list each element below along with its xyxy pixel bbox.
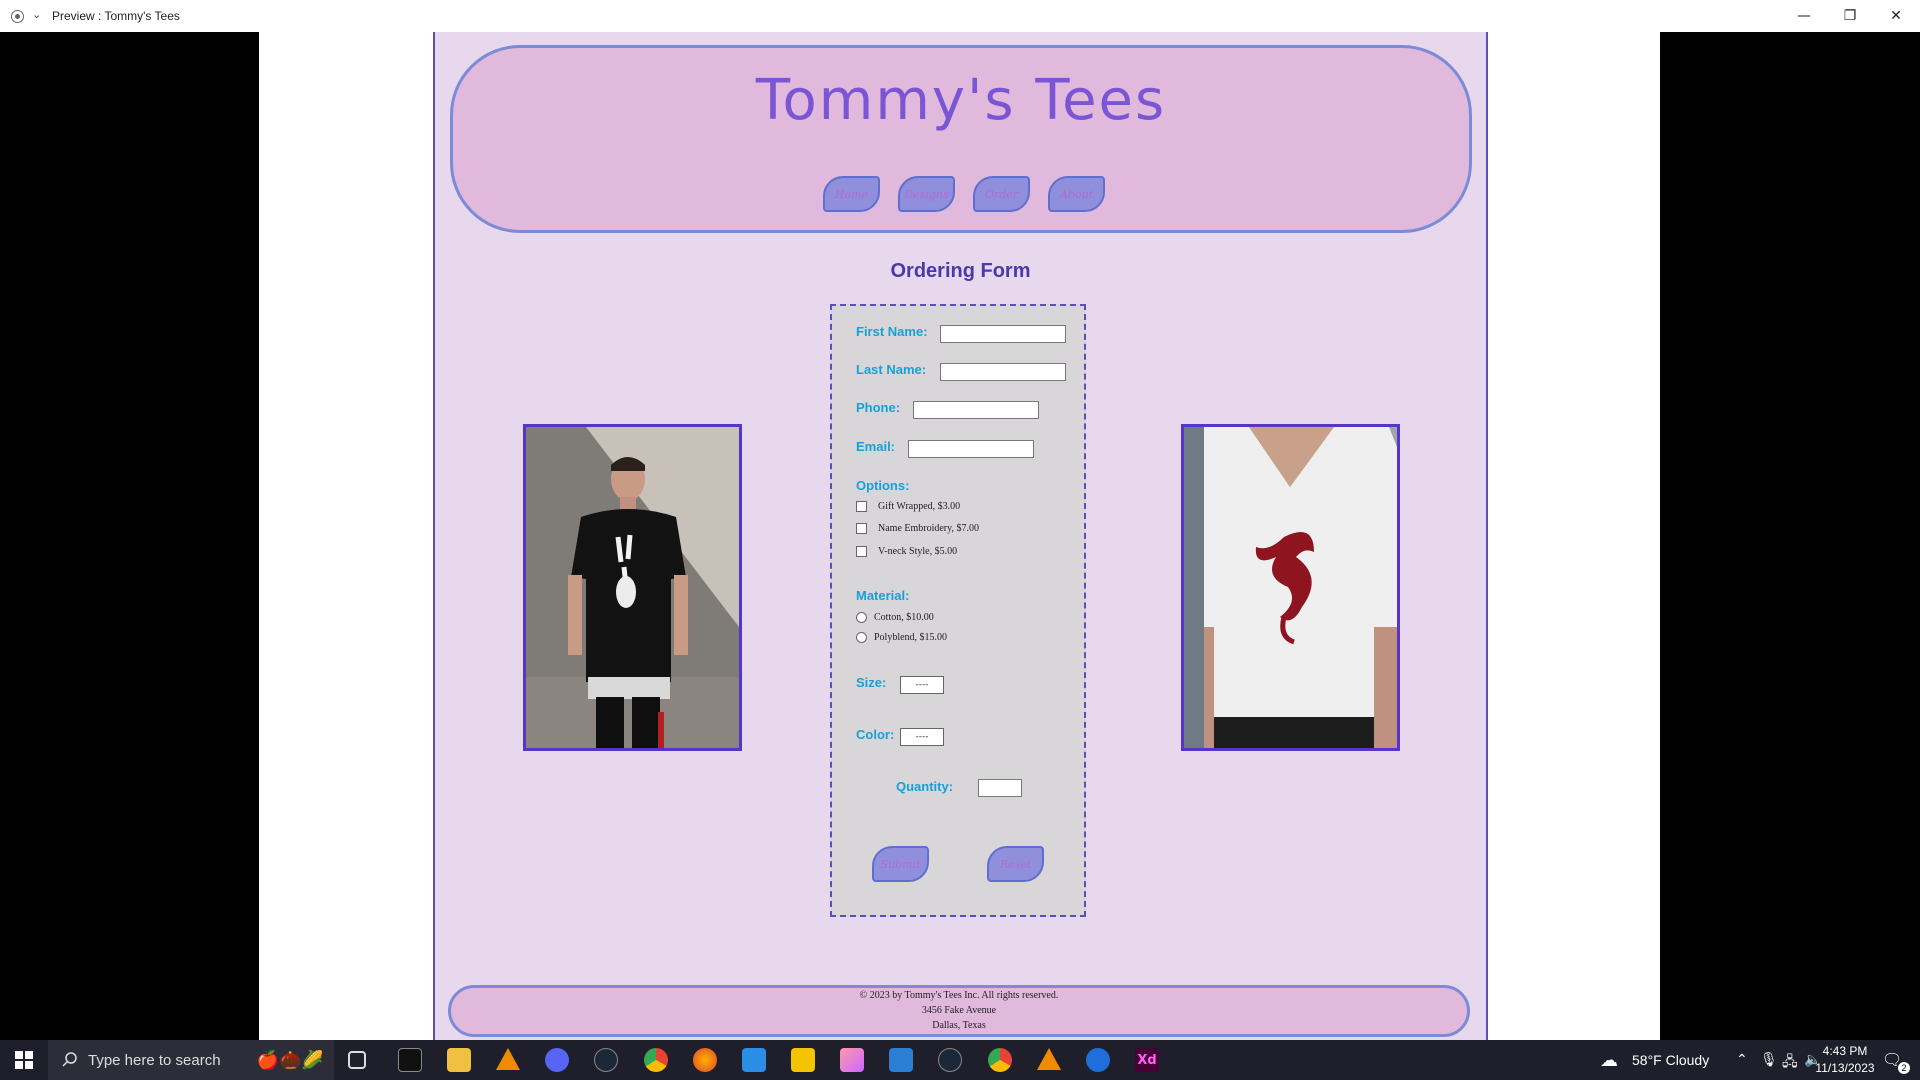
taskbar-search-box[interactable]: Type here to search 🍎🌰🌽 bbox=[48, 1040, 334, 1080]
close-button[interactable]: ✕ bbox=[1873, 0, 1919, 32]
last-name-label: Last Name: bbox=[856, 362, 927, 377]
option-gift-wrapped[interactable]: Gift Wrapped, $3.00 bbox=[856, 501, 960, 512]
submit-button[interactable]: Submit bbox=[872, 846, 929, 882]
notes-icon[interactable] bbox=[791, 1048, 815, 1072]
adobe-xd-icon[interactable]: Xd bbox=[1135, 1048, 1159, 1072]
search-placeholder: Type here to search bbox=[88, 1051, 221, 1069]
restore-button[interactable]: ❐ bbox=[1827, 0, 1873, 32]
vscode-icon[interactable] bbox=[889, 1048, 913, 1072]
minimize-button[interactable]: — bbox=[1781, 0, 1827, 32]
app-blue-icon[interactable] bbox=[742, 1048, 766, 1072]
nav-order-button[interactable]: Order bbox=[973, 176, 1030, 212]
cotton-label: Cotton, $10.00 bbox=[874, 612, 934, 623]
app-icon[interactable] bbox=[11, 10, 24, 23]
chevron-down-icon[interactable]: ⌄ bbox=[32, 8, 41, 21]
model-photo-right bbox=[1181, 424, 1400, 751]
footer-copyright: © 2023 by Tommy's Tees Inc. All rights r… bbox=[859, 990, 1059, 1001]
terminal-icon[interactable] bbox=[398, 1048, 422, 1072]
fruit-decoration-icon: 🍎🌰🌽 bbox=[256, 1049, 324, 1070]
preview-viewport: Tommy's Tees Home Designs Order About Or… bbox=[259, 32, 1660, 1040]
reset-button[interactable]: Reset bbox=[987, 846, 1044, 882]
material-cotton[interactable]: Cotton, $10.00 bbox=[856, 612, 934, 623]
last-name-input[interactable] bbox=[940, 363, 1066, 381]
form-heading: Ordering Form bbox=[890, 260, 1031, 282]
vneck-style-checkbox[interactable] bbox=[856, 546, 867, 557]
phone-input[interactable] bbox=[913, 401, 1039, 419]
steam-icon[interactable] bbox=[594, 1048, 618, 1072]
man-black-tshirt-image bbox=[526, 427, 739, 748]
options-label: Options: bbox=[856, 478, 910, 493]
microphone-icon[interactable]: 🎙 bbox=[1760, 1051, 1778, 1068]
email-input[interactable] bbox=[908, 440, 1034, 458]
steam-icon-2[interactable] bbox=[938, 1048, 962, 1072]
discord-icon[interactable] bbox=[545, 1048, 569, 1072]
footer-address: 3456 Fake Avenue bbox=[921, 1005, 997, 1016]
option-vneck-style[interactable]: V-neck Style, $5.00 bbox=[856, 546, 957, 557]
network-icon[interactable]: 🖧 bbox=[1782, 1051, 1798, 1075]
weather-text[interactable]: 58°F Cloudy bbox=[1632, 1052, 1709, 1068]
vlc-icon[interactable] bbox=[496, 1048, 520, 1070]
material-polyblend[interactable]: Polyblend, $15.00 bbox=[856, 632, 947, 643]
page-container: Tommy's Tees Home Designs Order About Or… bbox=[433, 32, 1488, 1040]
quantity-input[interactable] bbox=[978, 779, 1022, 797]
phone-label: Phone: bbox=[856, 400, 901, 415]
polyblend-radio[interactable] bbox=[856, 632, 867, 643]
window-title: Preview : Tommy's Tees bbox=[52, 9, 180, 23]
first-name-input[interactable] bbox=[940, 325, 1066, 343]
vlc-icon-2[interactable] bbox=[1037, 1048, 1061, 1070]
name-embroidery-checkbox[interactable] bbox=[856, 523, 867, 534]
chrome-profile-icon[interactable] bbox=[988, 1048, 1012, 1072]
photos-icon[interactable] bbox=[840, 1048, 864, 1072]
quantity-label: Quantity: bbox=[896, 779, 954, 794]
notification-badge: 2 bbox=[1898, 1062, 1910, 1074]
footer-city: Dallas, Texas bbox=[932, 1020, 986, 1031]
size-label: Size: bbox=[856, 675, 887, 690]
window-titlebar: ⌄ Preview : Tommy's Tees — ❐ ✕ bbox=[0, 0, 1920, 32]
color-select[interactable]: ---- bbox=[900, 728, 944, 746]
edge-icon[interactable] bbox=[1086, 1048, 1110, 1072]
nav-home-button[interactable]: Home bbox=[823, 176, 880, 212]
windows-logo-icon bbox=[15, 1051, 33, 1069]
model-photo-left bbox=[523, 424, 742, 751]
material-label: Material: bbox=[856, 588, 910, 603]
clock-time[interactable]: 4:43 PM bbox=[1815, 1044, 1875, 1058]
firefox-icon[interactable] bbox=[693, 1048, 717, 1072]
color-label: Color: bbox=[856, 727, 895, 742]
first-name-label: First Name: bbox=[856, 324, 928, 339]
file-explorer-icon[interactable] bbox=[447, 1048, 471, 1072]
cotton-radio[interactable] bbox=[856, 612, 867, 623]
gift-wrapped-label: Gift Wrapped, $3.00 bbox=[878, 501, 961, 512]
nav-designs-button[interactable]: Designs bbox=[898, 176, 955, 212]
site-title: Tommy's Tees bbox=[755, 68, 1167, 133]
vneck-style-label: V-neck Style, $5.00 bbox=[878, 546, 958, 557]
order-form: First Name: Last Name: Phone: Email: Opt… bbox=[830, 304, 1086, 917]
windows-taskbar: Type here to search 🍎🌰🌽 Xd ☁ 58°F Cloudy… bbox=[0, 1040, 1920, 1080]
chrome-icon[interactable] bbox=[644, 1048, 668, 1072]
site-nav: Home Designs Order About bbox=[823, 176, 1105, 212]
cloud-icon: ☁ bbox=[1600, 1050, 1618, 1070]
site-header: Tommy's Tees Home Designs Order About bbox=[450, 45, 1472, 233]
dragon-tshirt-image bbox=[1184, 427, 1397, 748]
clock-date[interactable]: 11/13/2023 bbox=[1808, 1061, 1882, 1075]
nav-about-button[interactable]: About bbox=[1048, 176, 1105, 212]
gift-wrapped-checkbox[interactable] bbox=[856, 501, 867, 512]
site-footer: © 2023 by Tommy's Tees Inc. All rights r… bbox=[448, 985, 1470, 1037]
search-icon bbox=[62, 1052, 77, 1067]
size-select[interactable]: ---- bbox=[900, 676, 944, 694]
start-button[interactable] bbox=[0, 1040, 48, 1080]
polyblend-label: Polyblend, $15.00 bbox=[874, 632, 948, 643]
task-view-icon[interactable] bbox=[348, 1051, 366, 1069]
name-embroidery-label: Name Embroidery, $7.00 bbox=[878, 523, 979, 534]
chevron-up-icon[interactable]: ⌃ bbox=[1736, 1051, 1748, 1068]
option-name-embroidery[interactable]: Name Embroidery, $7.00 bbox=[856, 523, 979, 534]
email-label: Email: bbox=[856, 439, 896, 454]
